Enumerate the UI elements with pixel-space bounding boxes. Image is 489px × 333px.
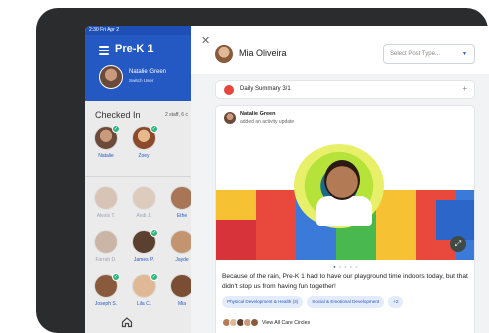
- sidebar-header: Pre-K 1 Natalie Green Switch User: [85, 35, 191, 101]
- tablet-screen: 2:30 Fri Apr 2 Pre-K 1 Natalie Green Swi…: [85, 26, 489, 333]
- expand-icon[interactable]: ⤢: [450, 236, 466, 252]
- plus-icon[interactable]: +: [462, 84, 467, 93]
- tag-list: Physical Development & Health (3) Social…: [222, 296, 404, 308]
- child-item[interactable]: Farrah D.: [93, 230, 119, 263]
- daily-summary-card[interactable]: Daily Summary 3/1 +: [215, 80, 475, 99]
- child-item[interactable]: Alexis T.: [93, 186, 119, 219]
- avatar: [94, 186, 118, 210]
- staff-item[interactable]: ✓ Zoey: [131, 125, 158, 159]
- modal-body: Daily Summary 3/1 + Natalie Green added …: [191, 74, 489, 333]
- checkmark-icon: ✓: [150, 273, 158, 281]
- poster-action: added an activity update: [240, 119, 295, 125]
- photo-block-blue: [436, 200, 474, 240]
- tag-more-chip[interactable]: +2: [388, 296, 404, 308]
- child-item[interactable]: ✓ James P.: [131, 229, 158, 263]
- staff-name: Zoey: [138, 153, 150, 159]
- class-title[interactable]: Pre-K 1: [115, 43, 154, 55]
- caret-down-icon: ▼: [462, 51, 467, 57]
- daily-summary-label: Daily Summary 3/1: [240, 86, 291, 92]
- post-type-placeholder: Select Post Type...: [390, 51, 440, 57]
- home-icon[interactable]: [121, 316, 133, 328]
- child-item[interactable]: ✓ Joseph S.: [93, 273, 120, 307]
- care-circles-row[interactable]: View All Care Circles: [222, 318, 310, 327]
- avatar: [94, 230, 118, 254]
- current-user-name: Natalie Green: [129, 69, 167, 75]
- photo-child-body: [316, 196, 372, 226]
- post-type-select[interactable]: Select Post Type... ▼: [383, 44, 475, 64]
- tag-chip[interactable]: Physical Development & Health (3): [222, 296, 304, 308]
- post-author-name: Mia Oliveira: [239, 48, 287, 58]
- view-care-circles-link[interactable]: View All Care Circles: [262, 320, 310, 326]
- child-name: Lila C.: [136, 301, 152, 307]
- staff-item[interactable]: ✓ Natalie: [93, 125, 120, 159]
- checked-in-heading: Checked In: [95, 110, 141, 120]
- avatar: [215, 45, 233, 63]
- tag-chip[interactable]: Social & Emotional Development: [307, 296, 385, 308]
- staff-name: Natalie: [98, 153, 114, 159]
- checkmark-icon: ✓: [150, 125, 158, 133]
- switch-user-link[interactable]: Switch User: [129, 78, 154, 83]
- photo-block-red: [216, 220, 256, 260]
- child-name: Alexis T.: [96, 213, 116, 219]
- summary-icon: [224, 85, 234, 95]
- checked-in-count: 2 staff, 6 c: [165, 112, 188, 118]
- child-item[interactable]: Andi J.: [131, 186, 157, 219]
- section-divider: [85, 176, 191, 177]
- checkmark-icon: ✓: [112, 273, 120, 281]
- avatar: [132, 186, 156, 210]
- child-item[interactable]: ✓ Lila C.: [131, 273, 158, 307]
- status-bar-time: 2:30 Fri Apr 2: [85, 26, 191, 35]
- avatar: [250, 318, 259, 327]
- child-name: Farrah D.: [95, 257, 117, 263]
- carousel-dots[interactable]: ● ● ● ● ●: [216, 264, 474, 269]
- avatar: [224, 112, 236, 124]
- post-caption: Because of the rain, Pre-K 1 had to have…: [222, 273, 468, 290]
- post-photo[interactable]: ⤢: [216, 130, 474, 260]
- avatar: ✓: [132, 273, 158, 298]
- new-post-modal: ✕ Mia Oliveira Select Post Type... ▼ Dai…: [191, 26, 489, 333]
- avatar: ✓: [132, 229, 158, 254]
- avatar: ✓: [94, 273, 120, 298]
- avatar[interactable]: [99, 65, 123, 89]
- hamburger-menu-icon[interactable]: [99, 46, 109, 55]
- checkmark-icon: ✓: [150, 229, 158, 237]
- child-name: Joseph S.: [94, 301, 118, 307]
- tablet-frame: 2:30 Fri Apr 2 Pre-K 1 Natalie Green Swi…: [36, 8, 489, 333]
- avatar: ✓: [132, 125, 158, 150]
- poster-name: Natalie Green: [240, 111, 276, 117]
- close-icon[interactable]: ✕: [201, 34, 210, 47]
- child-name: Andi J.: [136, 213, 152, 219]
- sidebar: 2:30 Fri Apr 2 Pre-K 1 Natalie Green Swi…: [85, 26, 194, 333]
- avatar: ✓: [94, 125, 120, 150]
- photo-child-head: [324, 160, 360, 200]
- activity-post-card: Natalie Green added an activity update ⤢…: [215, 105, 475, 333]
- child-name: James P.: [133, 257, 155, 263]
- checkmark-icon: ✓: [112, 125, 120, 133]
